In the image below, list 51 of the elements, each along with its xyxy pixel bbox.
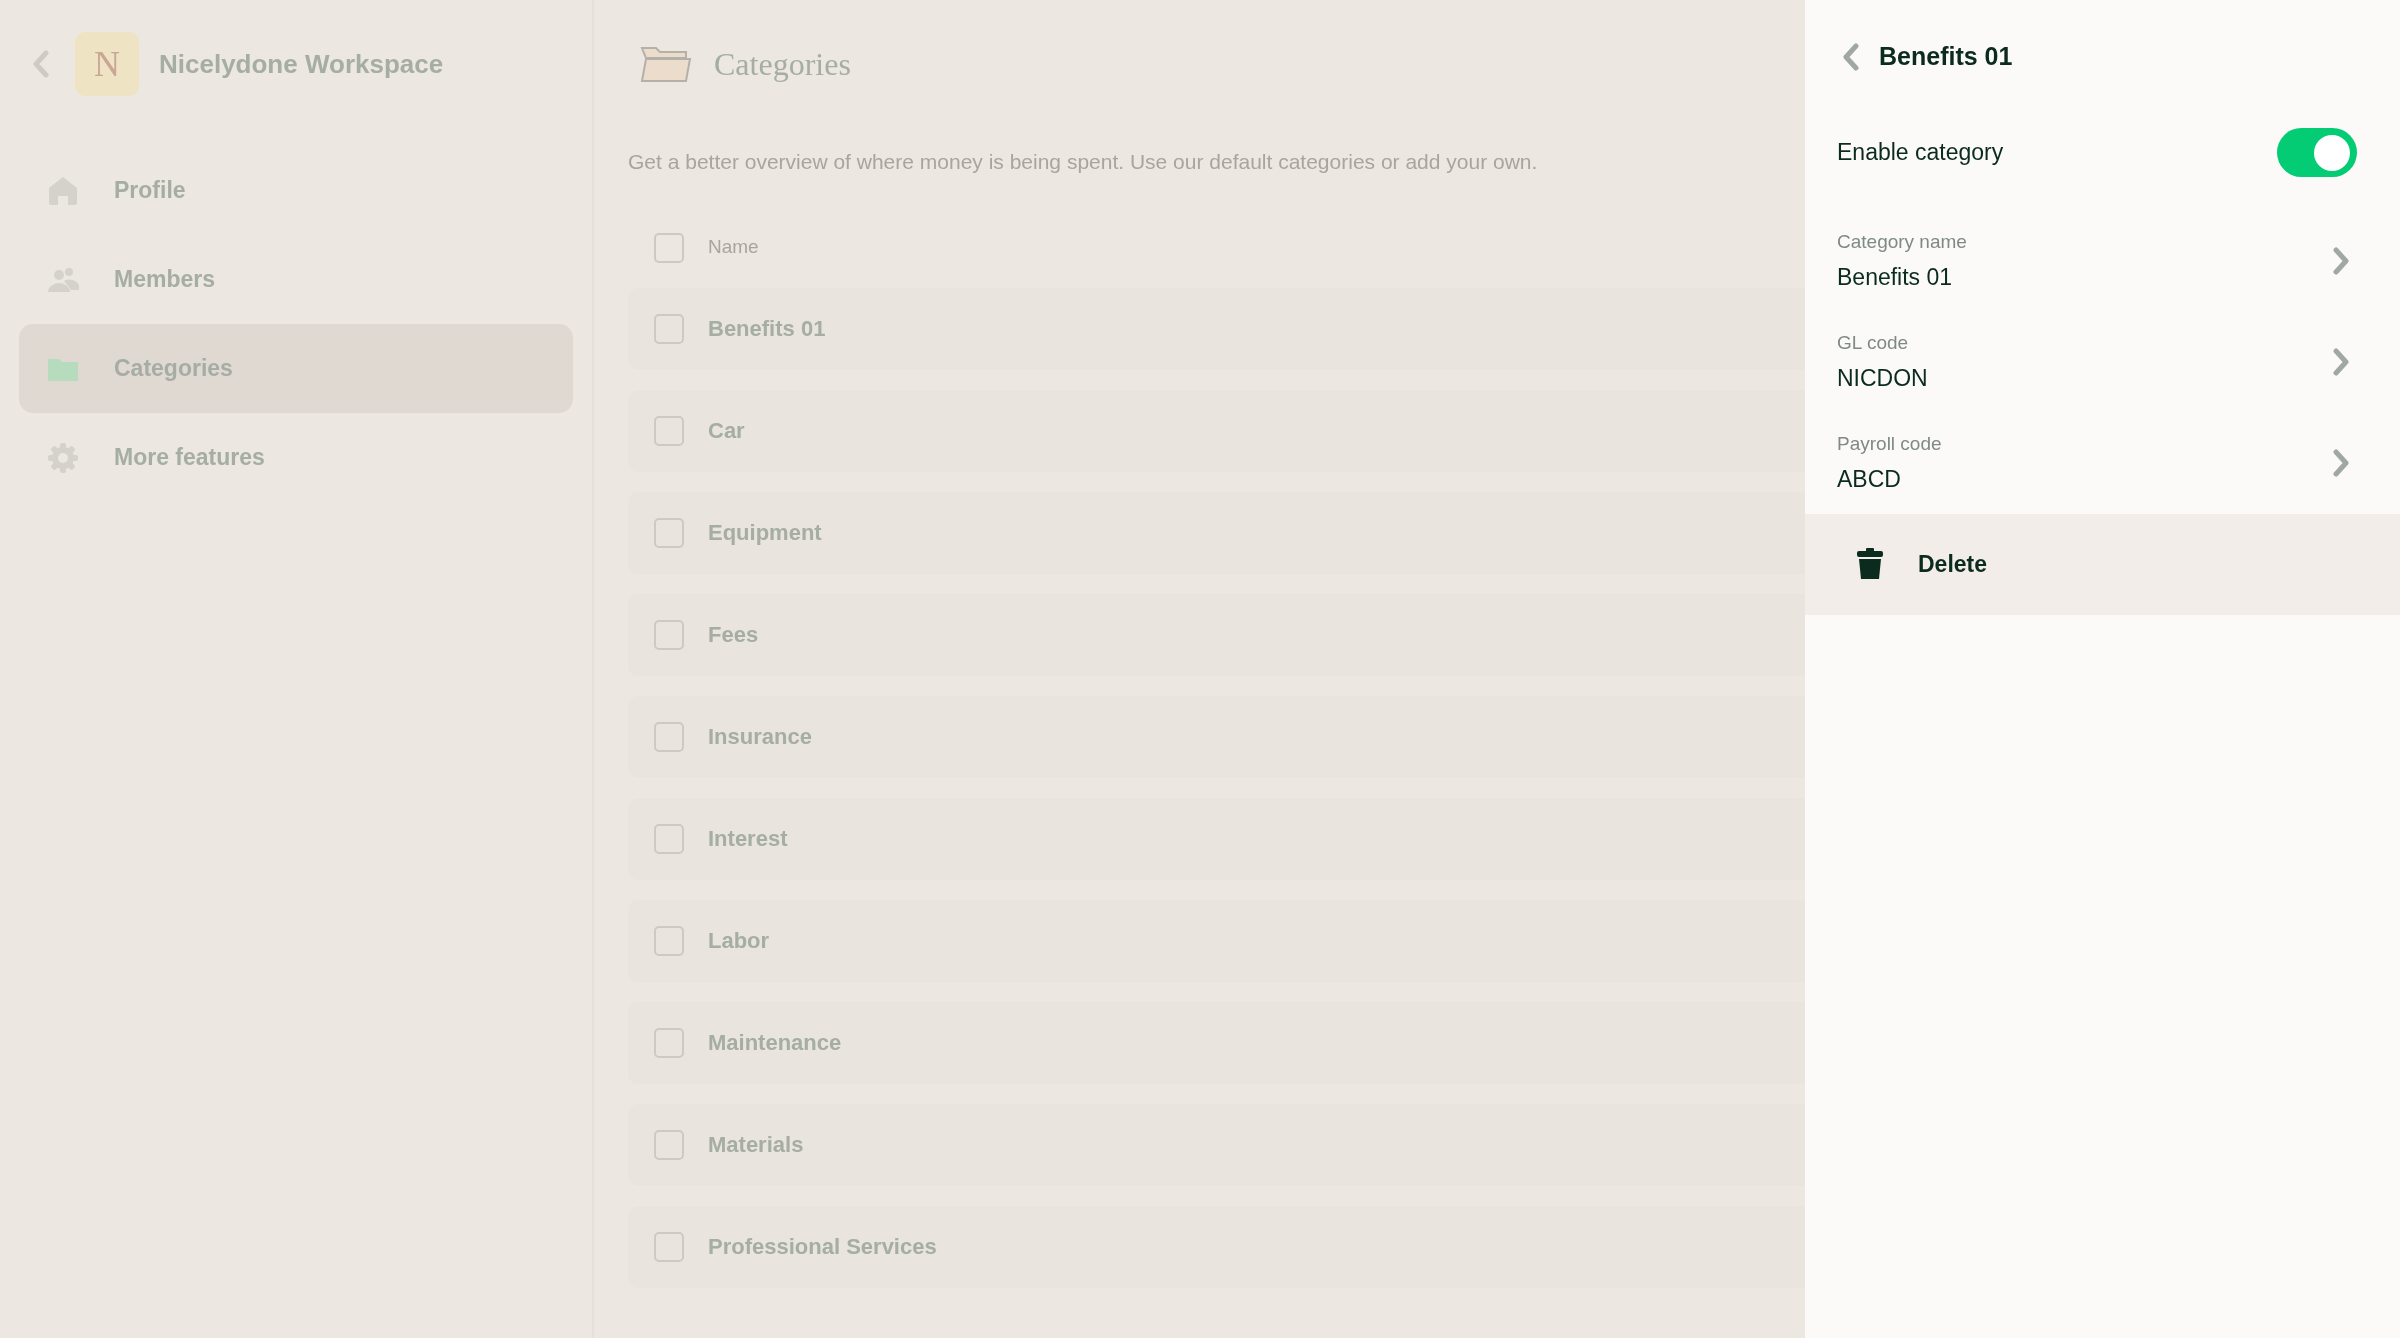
field-value: Benefits 01 (1837, 263, 1954, 292)
row-checkbox[interactable] (654, 415, 684, 446)
category-name: Professional Services (708, 1233, 937, 1261)
row-checkbox[interactable] (654, 1129, 684, 1160)
category-name: Car (708, 417, 745, 445)
back-icon[interactable] (1843, 42, 1859, 71)
category-name: Benefits 01 (708, 315, 826, 343)
sidebar-item[interactable]: Profile (19, 146, 573, 235)
page-title: Categories (714, 45, 851, 84)
workspace-logo: N (75, 32, 139, 96)
category-name: Labor (708, 927, 770, 955)
sidebar-item[interactable]: Members (19, 235, 573, 324)
field-label: Payroll code (1837, 431, 1942, 456)
trash-icon (1856, 548, 1884, 580)
panel-title: Benefits 01 (1879, 41, 2013, 72)
field-label: Category name (1837, 229, 1967, 254)
field-label: GL code (1837, 330, 1910, 355)
settings-icon (47, 441, 79, 474)
column-header: Name (708, 235, 759, 260)
row-checkbox[interactable] (654, 619, 684, 650)
chevron-right-icon (2332, 449, 2350, 477)
field-row[interactable]: Category name Benefits 01 (1805, 210, 2400, 312)
row-checkbox[interactable] (654, 925, 684, 956)
category-name: Equipment (708, 519, 822, 547)
delete-button[interactable]: Delete (1805, 513, 2400, 615)
row-checkbox[interactable] (654, 721, 684, 752)
sidebar-item[interactable]: More features (19, 413, 573, 502)
workspace-name: Nicelydone Workspace (159, 47, 444, 81)
toggle-label: Enable category (1837, 137, 2004, 167)
back-icon[interactable] (33, 50, 49, 78)
row-checkbox[interactable] (654, 823, 684, 854)
category-name: Maintenance (708, 1029, 842, 1057)
toggle-switch[interactable] (2277, 127, 2357, 177)
sidebar-item[interactable]: Categories (19, 324, 573, 413)
field-row[interactable]: Payroll code ABCD (1805, 412, 2400, 514)
category-name: Fees (708, 621, 759, 649)
row-checkbox[interactable] (654, 517, 684, 548)
page-description: Get a better overview of where money is being spent. Use our default categories or add your own. (628, 149, 1539, 175)
folder-icon (640, 45, 692, 83)
category-name: Interest (708, 825, 788, 853)
row-checkbox[interactable] (654, 1231, 684, 1262)
field-value: NICDON (1837, 364, 1928, 393)
category-name: Materials (708, 1131, 804, 1159)
row-checkbox[interactable] (654, 1027, 684, 1058)
chevron-right-icon (2332, 247, 2350, 275)
chevron-right-icon (2332, 348, 2350, 376)
field-row[interactable]: GL code NICDON (1805, 311, 2400, 413)
select-all-checkbox[interactable] (654, 232, 684, 263)
category-name: Insurance (708, 723, 812, 751)
field-value: ABCD (1837, 465, 1902, 494)
row-checkbox[interactable] (654, 313, 684, 344)
